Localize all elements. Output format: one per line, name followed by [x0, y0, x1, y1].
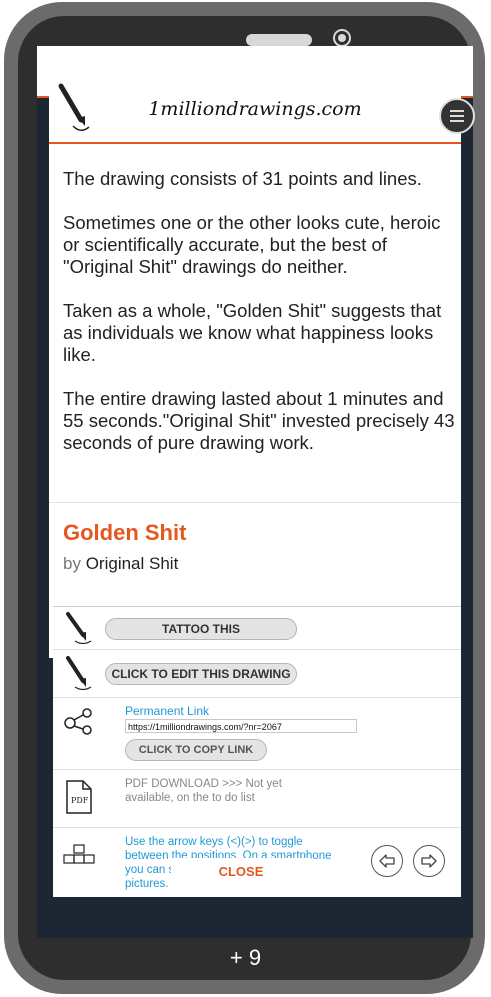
menu-icon[interactable] [439, 98, 475, 134]
pdf-download-note: PDF DOWNLOAD >>> Not yet available, on t… [125, 778, 282, 804]
author-name[interactable]: Original Shit [86, 554, 179, 573]
phone-screen: 1milliondrawings.com The drawing consist… [37, 46, 475, 938]
phone-camera [333, 29, 351, 47]
action-panel: TATTOO THIS CLICK TO EDIT THIS DRAWING P… [53, 606, 461, 897]
drawing-title: Golden Shit [63, 520, 187, 545]
description-paragraph: The drawing consists of 31 points and li… [63, 168, 422, 189]
permanent-link-field[interactable]: https://1milliondrawings.com/?nr=2067 [125, 719, 357, 733]
copy-link-button[interactable]: CLICK TO COPY LINK [125, 739, 267, 761]
phone-speaker [246, 34, 312, 46]
tattoo-button[interactable]: TATTOO THIS [105, 618, 297, 640]
svg-text:PDF: PDF [71, 796, 89, 805]
description-paragraph: Sometimes one or the other looks cute, h… [63, 212, 441, 277]
arrow-left-icon[interactable] [371, 845, 403, 877]
permanent-link-row: Permanent Link https://1milliondrawings.… [53, 697, 461, 770]
permanent-link-label[interactable]: Permanent Link [125, 704, 209, 718]
drawing-info-card: 1milliondrawings.com The drawing consist… [49, 76, 475, 658]
tattoo-row: TATTOO THIS [53, 607, 461, 650]
edit-row: CLICK TO EDIT THIS DRAWING [53, 649, 461, 698]
divider [49, 502, 461, 503]
share-link-icon [64, 708, 92, 735]
pdf-icon[interactable]: PDF [63, 779, 95, 815]
author-line: by Original Shit [63, 554, 178, 574]
edit-drawing-button[interactable]: CLICK TO EDIT THIS DRAWING [105, 663, 297, 685]
description-paragraph: Taken as a whole, "Golden Shit" suggests… [63, 300, 442, 365]
drawing-description: The drawing consists of 31 points and li… [63, 168, 455, 476]
more-counter[interactable]: + 9 [0, 945, 491, 971]
card-header: 1milliondrawings.com [49, 76, 475, 144]
pen-icon [66, 656, 92, 691]
close-button[interactable]: CLOSE [171, 858, 311, 885]
arrow-right-icon[interactable] [413, 845, 445, 877]
by-label: by [63, 554, 81, 573]
pen-icon [66, 612, 92, 645]
keyboard-arrows-icon [63, 844, 95, 864]
description-paragraph: The entire drawing lasted about 1 minute… [63, 388, 455, 453]
site-title[interactable]: 1milliondrawings.com [49, 98, 461, 120]
pdf-row: PDF PDF DOWNLOAD >>> Not yet available, … [53, 769, 461, 828]
